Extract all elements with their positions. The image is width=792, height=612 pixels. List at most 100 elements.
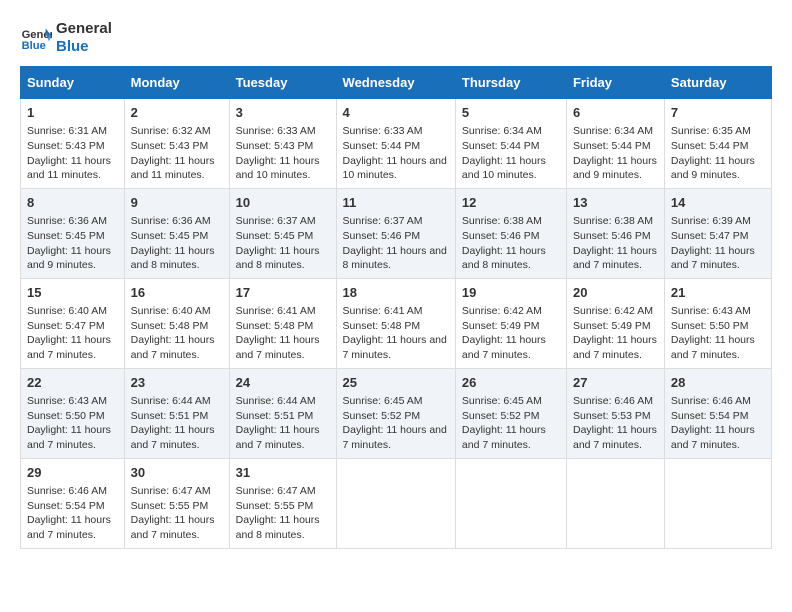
day-info: Sunrise: 6:40 AM [131,304,223,319]
calendar-cell: 17Sunrise: 6:41 AMSunset: 5:48 PMDayligh… [229,278,336,368]
calendar-cell: 13Sunrise: 6:38 AMSunset: 5:46 PMDayligh… [566,188,664,278]
calendar-table: SundayMondayTuesdayWednesdayThursdayFrid… [20,66,772,549]
calendar-cell: 4Sunrise: 6:33 AMSunset: 5:44 PMDaylight… [336,99,455,189]
day-info: Daylight: 11 hours and 7 minutes. [236,333,330,362]
day-info: Sunset: 5:43 PM [236,139,330,154]
day-info: Daylight: 11 hours and 10 minutes. [343,154,449,183]
calendar-cell: 12Sunrise: 6:38 AMSunset: 5:46 PMDayligh… [455,188,566,278]
day-number: 22 [27,374,118,392]
day-number: 16 [131,284,223,302]
day-info: Sunrise: 6:41 AM [343,304,449,319]
day-info: Daylight: 11 hours and 11 minutes. [27,154,118,183]
day-number: 31 [236,464,330,482]
day-info: Sunrise: 6:39 AM [671,214,765,229]
day-info: Sunset: 5:44 PM [573,139,658,154]
day-number: 24 [236,374,330,392]
day-number: 26 [462,374,560,392]
day-info: Sunset: 5:53 PM [573,409,658,424]
day-info: Daylight: 11 hours and 9 minutes. [671,154,765,183]
calendar-cell: 6Sunrise: 6:34 AMSunset: 5:44 PMDaylight… [566,99,664,189]
day-info: Sunrise: 6:44 AM [236,394,330,409]
day-info: Sunset: 5:47 PM [27,319,118,334]
day-info: Sunrise: 6:47 AM [236,484,330,499]
day-info: Daylight: 11 hours and 7 minutes. [27,423,118,452]
calendar-cell: 31 Sunrise: 6:47 AMSunset: 5:55 PMDayligh… [229,458,336,548]
day-info: Daylight: 11 hours and 7 minutes. [27,333,118,362]
day-info: Daylight: 11 hours and 7 minutes. [131,333,223,362]
day-info: Daylight: 11 hours and 7 minutes. [573,244,658,273]
logo-icon: General Blue [20,22,52,54]
day-number: 29 [27,464,118,482]
day-info: Sunrise: 6:38 AM [462,214,560,229]
day-info: Sunrise: 6:40 AM [27,304,118,319]
calendar-cell: 3Sunrise: 6:33 AMSunset: 5:43 PMDaylight… [229,99,336,189]
day-info: Daylight: 11 hours and 7 minutes. [462,423,560,452]
day-info: Daylight: 11 hours and 7 minutes. [671,333,765,362]
day-number: 25 [343,374,449,392]
day-info: Sunset: 5:46 PM [462,229,560,244]
calendar-cell: 1Sunrise: 6:31 AMSunset: 5:43 PMDaylight… [21,99,125,189]
day-info: Sunrise: 6:44 AM [131,394,223,409]
day-info: Sunrise: 6:34 AM [462,124,560,139]
day-number: 1 [27,104,118,122]
day-info: Sunrise: 6:45 AM [462,394,560,409]
day-number: 8 [27,194,118,212]
day-info: Sunset: 5:55 PM [236,499,330,514]
day-info: Daylight: 11 hours and 7 minutes. [27,513,118,542]
day-number: 4 [343,104,449,122]
day-info: Daylight: 11 hours and 10 minutes. [462,154,560,183]
week-row-3: 15Sunrise: 6:40 AMSunset: 5:47 PMDayligh… [21,278,772,368]
day-info: Sunset: 5:44 PM [671,139,765,154]
day-info: Sunrise: 6:42 AM [573,304,658,319]
calendar-cell: 20Sunrise: 6:42 AMSunset: 5:49 PMDayligh… [566,278,664,368]
day-info: Sunrise: 6:46 AM [27,484,118,499]
logo-line2: Blue [56,38,112,56]
calendar-cell: 14Sunrise: 6:39 AMSunset: 5:47 PMDayligh… [664,188,771,278]
calendar-cell [664,458,771,548]
day-info: Sunset: 5:45 PM [131,229,223,244]
calendar-cell [566,458,664,548]
day-info: Sunrise: 6:43 AM [27,394,118,409]
day-info: Sunrise: 6:32 AM [131,124,223,139]
day-number: 27 [573,374,658,392]
calendar-cell: 2Sunrise: 6:32 AMSunset: 5:43 PMDaylight… [124,99,229,189]
day-info: Daylight: 11 hours and 7 minutes. [343,333,449,362]
day-info: Sunset: 5:54 PM [27,499,118,514]
day-info: Sunset: 5:55 PM [131,499,223,514]
day-number: 14 [671,194,765,212]
header-monday: Monday [124,67,229,99]
day-info: Sunset: 5:46 PM [343,229,449,244]
calendar-cell: 18Sunrise: 6:41 AMSunset: 5:48 PMDayligh… [336,278,455,368]
day-number: 23 [131,374,223,392]
calendar-cell: 7Sunrise: 6:35 AMSunset: 5:44 PMDaylight… [664,99,771,189]
day-info: Sunrise: 6:41 AM [236,304,330,319]
day-info: Sunset: 5:51 PM [236,409,330,424]
day-info: Sunset: 5:51 PM [131,409,223,424]
day-info: Sunrise: 6:33 AM [343,124,449,139]
header-saturday: Saturday [664,67,771,99]
calendar-cell: 19Sunrise: 6:42 AMSunset: 5:49 PMDayligh… [455,278,566,368]
day-info: Sunrise: 6:36 AM [131,214,223,229]
calendar-cell: 28Sunrise: 6:46 AMSunset: 5:54 PMDayligh… [664,368,771,458]
day-info: Daylight: 11 hours and 7 minutes. [462,333,560,362]
day-info: Daylight: 11 hours and 9 minutes. [27,244,118,273]
day-info: Sunrise: 6:46 AM [573,394,658,409]
week-row-1: 1Sunrise: 6:31 AMSunset: 5:43 PMDaylight… [21,99,772,189]
day-info: Sunset: 5:50 PM [671,319,765,334]
day-number: 5 [462,104,560,122]
day-info: Daylight: 11 hours and 10 minutes. [236,154,330,183]
page-header: General Blue General Blue [20,20,772,56]
day-info: Sunrise: 6:35 AM [671,124,765,139]
day-info: Sunrise: 6:42 AM [462,304,560,319]
calendar-cell: 5Sunrise: 6:34 AMSunset: 5:44 PMDaylight… [455,99,566,189]
day-info: Sunset: 5:52 PM [343,409,449,424]
day-info: Sunset: 5:49 PM [573,319,658,334]
calendar-cell: 30Sunrise: 6:47 AMSunset: 5:55 PMDayligh… [124,458,229,548]
calendar-cell: 26Sunrise: 6:45 AMSunset: 5:52 PMDayligh… [455,368,566,458]
day-info: Daylight: 11 hours and 8 minutes. [236,513,330,542]
day-number: 13 [573,194,658,212]
svg-text:Blue: Blue [22,40,46,52]
day-info: Sunset: 5:48 PM [236,319,330,334]
header-wednesday: Wednesday [336,67,455,99]
calendar-cell: 10Sunrise: 6:37 AMSunset: 5:45 PMDayligh… [229,188,336,278]
